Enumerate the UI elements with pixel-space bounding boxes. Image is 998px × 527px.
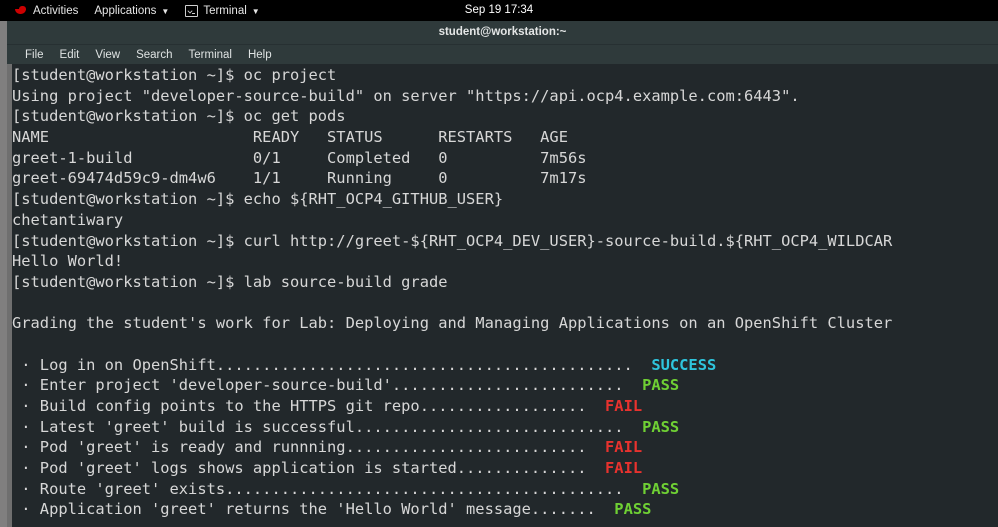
grading-result-label: · Enter project 'developer-source-build'…: [12, 376, 642, 394]
terminal-line: greet-69474d59c9-dm4w6 1/1 Running 0 7m1…: [12, 168, 998, 189]
menu-search[interactable]: Search: [128, 49, 180, 61]
applications-label: Applications: [94, 5, 156, 17]
grading-result-status: FAIL: [605, 438, 642, 456]
window-left-edge: [0, 21, 7, 527]
menu-view[interactable]: View: [87, 49, 128, 61]
terminal-line: NAME READY STATUS RESTARTS AGE: [12, 127, 998, 148]
grading-result-label: · Pod 'greet' is ready and runnning.....…: [12, 438, 605, 456]
grading-result-status: FAIL: [605, 397, 642, 415]
terminal-line: chetantiwary: [12, 210, 998, 231]
chevron-down-icon: ▼: [161, 8, 169, 16]
grading-result-row: · Enter project 'developer-source-build'…: [12, 375, 998, 396]
grading-result-status: PASS: [642, 376, 679, 394]
terminal-plain-lines: [student@workstation ~]$ oc projectUsing…: [12, 65, 998, 355]
grading-result-row: · Application 'greet' returns the 'Hello…: [12, 499, 998, 520]
desktop-screen: Activities Applications ▼ Terminal ▼ Sep…: [0, 0, 998, 527]
window-titlebar: student@workstation:~: [7, 21, 998, 45]
grading-result-row: · Build config points to the HTTPS git r…: [12, 396, 998, 417]
terminal-line: Hello World!: [12, 251, 998, 272]
activities-label: Activities: [33, 5, 78, 17]
terminal-output[interactable]: [student@workstation ~]$ oc projectUsing…: [12, 64, 998, 527]
menu-edit[interactable]: Edit: [52, 49, 88, 61]
grading-result-row: · Pod 'greet' logs shows application is …: [12, 458, 998, 479]
grading-result-status: PASS: [614, 500, 651, 518]
terminal-app-menu[interactable]: Terminal ▼: [177, 0, 267, 21]
grading-result-status: PASS: [642, 418, 679, 436]
terminal-icon: [185, 5, 198, 17]
terminal-window: student@workstation:~ File Edit View Sea…: [0, 21, 998, 527]
terminal-line: [student@workstation ~]$ curl http://gre…: [12, 231, 998, 252]
activities-button[interactable]: Activities: [0, 0, 86, 21]
grading-result-status: FAIL: [605, 459, 642, 477]
chevron-down-icon: ▼: [252, 8, 260, 16]
terminal-menu-label: Terminal: [203, 5, 246, 17]
menu-help[interactable]: Help: [240, 49, 280, 61]
redhat-logo-icon: [14, 5, 28, 16]
grading-result-label: · Application 'greet' returns the 'Hello…: [12, 500, 614, 518]
terminal-line: greet-1-build 0/1 Completed 0 7m56s: [12, 148, 998, 169]
terminal-line: [12, 334, 998, 355]
grading-result-label: · Pod 'greet' logs shows application is …: [12, 459, 605, 477]
grading-result-label: · Build config points to the HTTPS git r…: [12, 397, 605, 415]
applications-menu[interactable]: Applications ▼: [86, 0, 177, 21]
menu-file[interactable]: File: [17, 49, 52, 61]
grading-result-row: · Latest 'greet' build is successful....…: [12, 417, 998, 438]
grading-result-status: PASS: [642, 480, 679, 498]
grading-result-row: · Pod 'greet' is ready and runnning.....…: [12, 437, 998, 458]
terminal-line: Grading the student's work for Lab: Depl…: [12, 313, 998, 334]
terminal-line: [12, 293, 998, 314]
terminal-line: [student@workstation ~]$ echo ${RHT_OCP4…: [12, 189, 998, 210]
terminal-line: Using project "developer-source-build" o…: [12, 86, 998, 107]
menu-terminal[interactable]: Terminal: [181, 49, 240, 61]
grading-result-label: · Log in on OpenShift...................…: [12, 356, 651, 374]
gnome-top-bar: Activities Applications ▼ Terminal ▼ Sep…: [0, 0, 998, 21]
grading-result-label: · Route 'greet' exists..................…: [12, 480, 642, 498]
terminal-line: [student@workstation ~]$ oc get pods: [12, 106, 998, 127]
grading-result-row: · Log in on OpenShift...................…: [12, 355, 998, 376]
grading-results-list: · Log in on OpenShift...................…: [12, 355, 998, 521]
terminal-line: [student@workstation ~]$ lab source-buil…: [12, 272, 998, 293]
terminal-line: [student@workstation ~]$ oc project: [12, 65, 998, 86]
grading-result-label: · Latest 'greet' build is successful....…: [12, 418, 642, 436]
grading-result-status: SUCCESS: [651, 356, 716, 374]
menubar: File Edit View Search Terminal Help: [7, 45, 998, 64]
grading-result-row: · Route 'greet' exists..................…: [12, 479, 998, 500]
